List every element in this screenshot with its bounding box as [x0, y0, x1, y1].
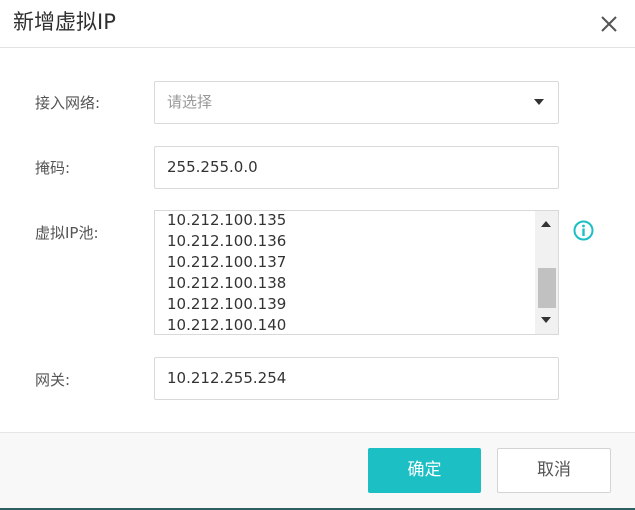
gateway-label: 网关:: [35, 371, 71, 389]
dialog-footer: 确定 取消: [0, 432, 635, 508]
list-item: 10.212.100.137: [167, 253, 287, 271]
scroll-up-icon[interactable]: [541, 221, 551, 227]
list-item: 10.212.100.136: [167, 232, 287, 250]
chevron-down-icon: [534, 99, 544, 105]
mask-input[interactable]: 255.255.0.0: [154, 146, 559, 189]
mask-label: 掩码:: [35, 159, 71, 177]
gateway-input-value: 10.212.255.254: [167, 369, 287, 387]
cancel-button[interactable]: 取消: [497, 448, 611, 493]
network-select-placeholder: 请选择: [167, 93, 213, 111]
gateway-input[interactable]: 10.212.255.254: [154, 357, 559, 400]
dialog-header: 新增虚拟IP: [0, 0, 635, 48]
network-label: 接入网络:: [35, 94, 101, 112]
ip-pool-list: 10.212.100.135 10.212.100.136 10.212.100…: [167, 211, 287, 334]
ip-pool-label: 虚拟IP池:: [35, 224, 99, 242]
ip-pool-scrollbar[interactable]: [535, 211, 558, 334]
mask-input-value: 255.255.0.0: [167, 158, 258, 176]
info-icon[interactable]: [573, 220, 594, 241]
list-item: 10.212.100.139: [167, 295, 287, 313]
confirm-button[interactable]: 确定: [368, 448, 481, 493]
scrollbar-thumb[interactable]: [538, 268, 556, 308]
close-icon[interactable]: [598, 13, 620, 35]
ip-pool-textarea[interactable]: 10.212.100.135 10.212.100.136 10.212.100…: [154, 210, 559, 335]
list-item: 10.212.100.135: [167, 211, 287, 229]
add-virtual-ip-dialog: 新增虚拟IP 接入网络: 请选择 掩码: 255.255.0.0 虚拟IP池: …: [0, 0, 635, 510]
list-item: 10.212.100.140: [167, 316, 287, 334]
network-select[interactable]: 请选择: [154, 81, 559, 124]
scroll-down-icon[interactable]: [541, 317, 551, 323]
dialog-title: 新增虚拟IP: [13, 10, 116, 34]
list-item: 10.212.100.138: [167, 274, 287, 292]
